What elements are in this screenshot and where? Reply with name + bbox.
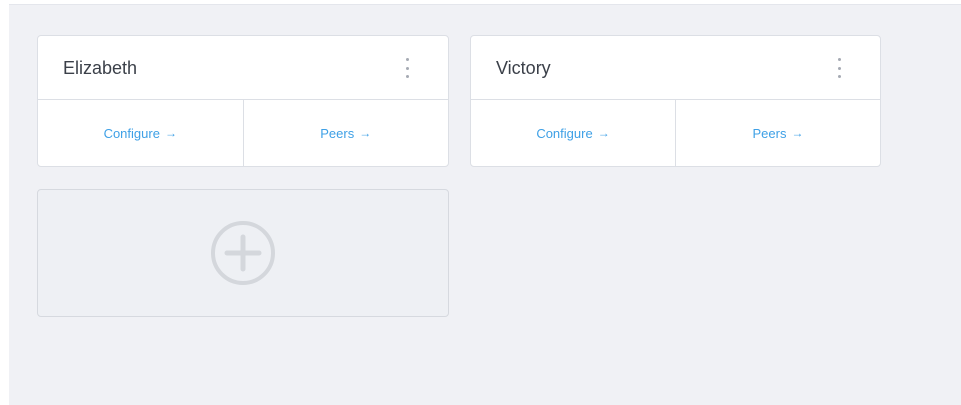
arrow-right-icon: → [164, 126, 177, 140]
more-options-icon[interactable] [402, 58, 412, 78]
card-title: Elizabeth [63, 58, 138, 78]
configure-link[interactable]: Configure → [471, 100, 675, 166]
peers-label: Peers [752, 125, 787, 141]
card-header: Elizabeth [38, 36, 448, 100]
peers-link[interactable]: Peers → [242, 100, 449, 166]
card-title: Victory [496, 58, 551, 78]
arrow-right-icon: → [359, 126, 372, 140]
peers-link[interactable]: Peers → [675, 100, 880, 166]
peers-label: Peers [320, 125, 355, 141]
configure-label: Configure [536, 125, 593, 141]
instance-card: Elizabeth Configure → Peers → [37, 35, 449, 167]
plus-circle-icon [211, 221, 275, 285]
configure-link[interactable]: Configure → [38, 100, 243, 166]
more-options-icon[interactable] [834, 58, 844, 78]
instance-card: Victory Configure → Peers → [470, 35, 881, 167]
card-header: Victory [471, 36, 880, 100]
card-actions: Configure → Peers → [38, 100, 448, 166]
add-instance-card[interactable] [37, 189, 449, 317]
card-actions: Configure → Peers → [471, 100, 880, 166]
arrow-right-icon: → [791, 126, 804, 140]
dashboard-canvas: Elizabeth Configure → Peers → Victory Co… [9, 4, 961, 405]
arrow-right-icon: → [597, 126, 610, 140]
configure-label: Configure [103, 125, 160, 141]
